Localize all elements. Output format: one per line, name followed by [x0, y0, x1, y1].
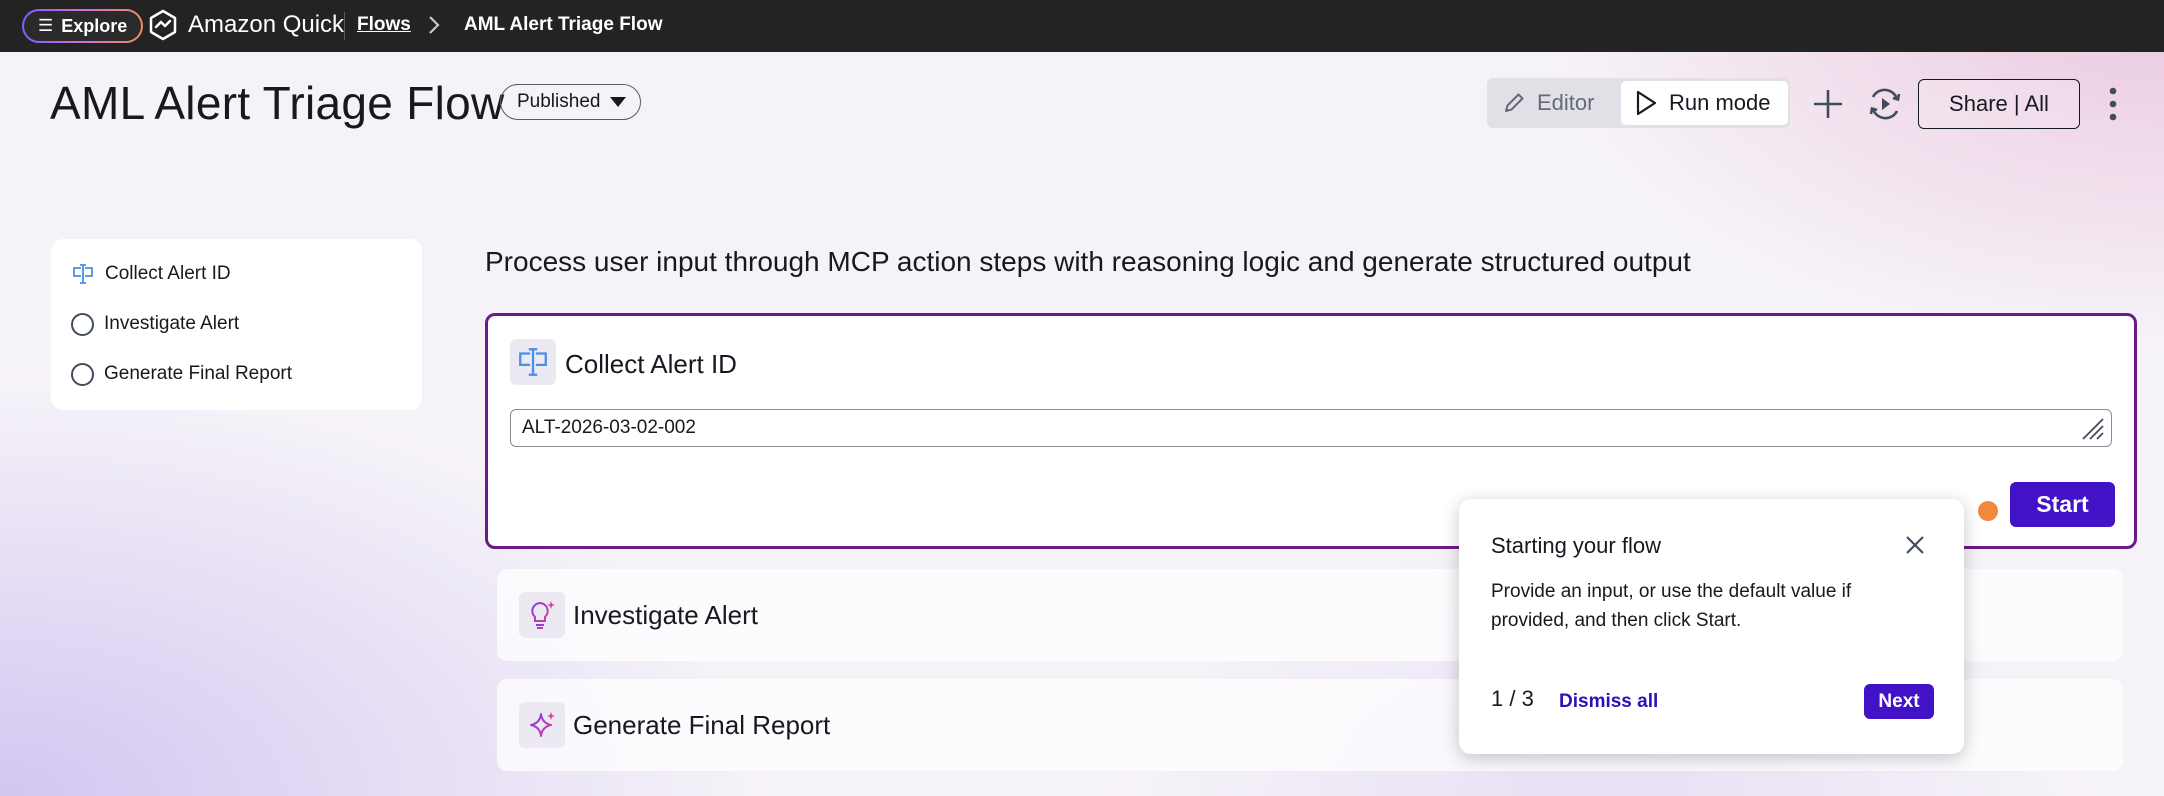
explore-button[interactable]: ☰ Explore [22, 9, 143, 43]
step-title: Collect Alert ID [565, 349, 737, 379]
kebab-menu-icon [2109, 87, 2117, 121]
quick-logo-icon [149, 9, 177, 41]
sidebar-item-generate-final-report[interactable]: Generate Final Report [71, 357, 292, 391]
alert-id-input[interactable]: ALT-2026-03-02-002 [510, 409, 2112, 447]
steps-sidebar: Collect Alert ID Investigate Alert Gener… [51, 239, 422, 410]
menu-icon: ☰ [38, 16, 54, 35]
app-logo[interactable]: Amazon Quick [148, 9, 344, 41]
text-input-icon [73, 264, 93, 284]
run-mode-button[interactable]: Run mode [1621, 81, 1788, 125]
page-title: AML Alert Triage Flow [50, 77, 505, 129]
editor-label: Editor [1537, 90, 1595, 115]
text-input-icon [510, 339, 556, 385]
breadcrumb-flows-link[interactable]: Flows [357, 14, 411, 36]
start-button[interactable]: Start [2010, 482, 2115, 527]
pencil-icon [1505, 93, 1524, 112]
popover-body: Provide an input, or use the default val… [1491, 581, 1852, 631]
radio-empty-icon [71, 312, 94, 336]
dismiss-all-link[interactable]: Dismiss all [1559, 691, 1658, 713]
app-name: Amazon Quick [188, 11, 345, 38]
status-indicator-dot [1978, 501, 1998, 521]
sidebar-item-collect-alert-id[interactable]: Collect Alert ID [71, 257, 231, 291]
alert-id-value: ALT-2026-03-02-002 [522, 417, 696, 438]
onboarding-popover: Starting your flow Provide an input, or … [1459, 499, 1964, 754]
plus-icon [1814, 90, 1842, 118]
caret-down-icon [610, 97, 627, 107]
chevron-right-icon [426, 12, 442, 43]
sidebar-item-label: Generate Final Report [104, 363, 292, 384]
editor-mode-button[interactable]: Editor [1501, 78, 1594, 128]
play-icon [1636, 90, 1657, 116]
add-button[interactable] [1810, 86, 1846, 122]
lightbulb-sparkle-icon [519, 592, 565, 638]
run-mode-label: Run mode [1669, 90, 1771, 115]
resize-handle-icon[interactable] [2079, 415, 2105, 441]
step-title: Generate Final Report [573, 710, 831, 740]
sidebar-item-label: Collect Alert ID [105, 263, 231, 284]
refresh-run-button[interactable] [1865, 85, 1905, 123]
flow-description: Process user input through MCP action st… [485, 246, 1691, 277]
sparkle-icon [519, 702, 565, 748]
sidebar-item-label: Investigate Alert [104, 313, 240, 334]
status-dropdown[interactable]: Published [500, 84, 642, 120]
close-popover-button[interactable] [1903, 533, 1927, 562]
step-title: Investigate Alert [573, 600, 758, 630]
next-button[interactable]: Next [1864, 684, 1934, 719]
explore-label: Explore [61, 15, 128, 36]
close-icon [1906, 536, 1924, 554]
more-options-button[interactable] [2105, 84, 2121, 124]
share-button[interactable]: Share | All [1918, 79, 2080, 129]
breadcrumb-current: AML Alert Triage Flow [464, 14, 663, 35]
radio-empty-icon [71, 362, 94, 386]
mode-toggle: Editor Run mode [1487, 78, 1790, 128]
status-label: Published [517, 91, 601, 112]
popover-title: Starting your flow [1491, 533, 1661, 558]
sidebar-item-investigate-alert[interactable]: Investigate Alert [71, 307, 239, 341]
refresh-play-icon [1869, 88, 1901, 120]
topbar-divider [344, 12, 345, 40]
popover-step-counter: 1 / 3 [1491, 686, 1534, 711]
top-bar: ☰ Explore Amazon Quick Flows AML Alert T… [0, 0, 2164, 52]
